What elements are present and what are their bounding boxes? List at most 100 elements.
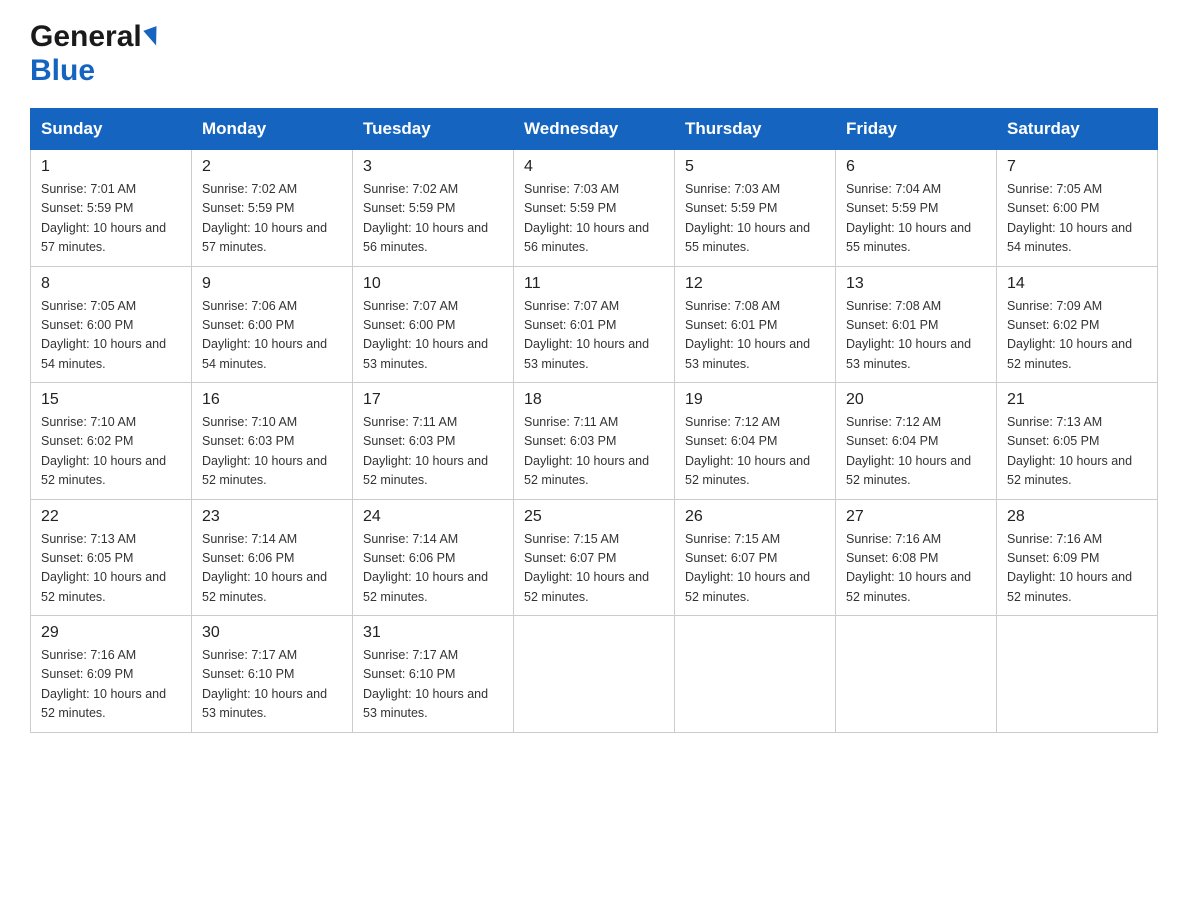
- calendar-cell: 18 Sunrise: 7:11 AM Sunset: 6:03 PM Dayl…: [514, 383, 675, 500]
- calendar-cell: [675, 616, 836, 733]
- calendar-cell: 19 Sunrise: 7:12 AM Sunset: 6:04 PM Dayl…: [675, 383, 836, 500]
- day-info: Sunrise: 7:05 AM Sunset: 6:00 PM Dayligh…: [1007, 180, 1147, 258]
- calendar-cell: [514, 616, 675, 733]
- day-info: Sunrise: 7:07 AM Sunset: 6:00 PM Dayligh…: [363, 297, 503, 375]
- calendar-cell: 26 Sunrise: 7:15 AM Sunset: 6:07 PM Dayl…: [675, 499, 836, 616]
- day-info: Sunrise: 7:06 AM Sunset: 6:00 PM Dayligh…: [202, 297, 342, 375]
- day-info: Sunrise: 7:09 AM Sunset: 6:02 PM Dayligh…: [1007, 297, 1147, 375]
- day-info: Sunrise: 7:14 AM Sunset: 6:06 PM Dayligh…: [202, 530, 342, 608]
- day-info: Sunrise: 7:03 AM Sunset: 5:59 PM Dayligh…: [524, 180, 664, 258]
- calendar-cell: 28 Sunrise: 7:16 AM Sunset: 6:09 PM Dayl…: [997, 499, 1158, 616]
- day-number: 10: [363, 275, 503, 293]
- calendar-cell: 12 Sunrise: 7:08 AM Sunset: 6:01 PM Dayl…: [675, 266, 836, 383]
- day-info: Sunrise: 7:16 AM Sunset: 6:09 PM Dayligh…: [1007, 530, 1147, 608]
- day-info: Sunrise: 7:16 AM Sunset: 6:09 PM Dayligh…: [41, 646, 181, 724]
- calendar-cell: 16 Sunrise: 7:10 AM Sunset: 6:03 PM Dayl…: [192, 383, 353, 500]
- calendar-cell: 27 Sunrise: 7:16 AM Sunset: 6:08 PM Dayl…: [836, 499, 997, 616]
- day-info: Sunrise: 7:13 AM Sunset: 6:05 PM Dayligh…: [41, 530, 181, 608]
- calendar-cell: 17 Sunrise: 7:11 AM Sunset: 6:03 PM Dayl…: [353, 383, 514, 500]
- day-info: Sunrise: 7:16 AM Sunset: 6:08 PM Dayligh…: [846, 530, 986, 608]
- day-number: 4: [524, 158, 664, 176]
- day-info: Sunrise: 7:02 AM Sunset: 5:59 PM Dayligh…: [363, 180, 503, 258]
- day-info: Sunrise: 7:08 AM Sunset: 6:01 PM Dayligh…: [846, 297, 986, 375]
- day-number: 30: [202, 624, 342, 642]
- day-number: 9: [202, 275, 342, 293]
- day-number: 8: [41, 275, 181, 293]
- calendar-week-row: 8 Sunrise: 7:05 AM Sunset: 6:00 PM Dayli…: [31, 266, 1158, 383]
- day-number: 7: [1007, 158, 1147, 176]
- calendar-cell: [997, 616, 1158, 733]
- calendar-cell: 30 Sunrise: 7:17 AM Sunset: 6:10 PM Dayl…: [192, 616, 353, 733]
- day-number: 1: [41, 158, 181, 176]
- day-number: 26: [685, 508, 825, 526]
- day-number: 19: [685, 391, 825, 409]
- calendar-cell: 21 Sunrise: 7:13 AM Sunset: 6:05 PM Dayl…: [997, 383, 1158, 500]
- day-number: 31: [363, 624, 503, 642]
- calendar-header-tuesday: Tuesday: [353, 109, 514, 150]
- day-info: Sunrise: 7:05 AM Sunset: 6:00 PM Dayligh…: [41, 297, 181, 375]
- day-info: Sunrise: 7:11 AM Sunset: 6:03 PM Dayligh…: [524, 413, 664, 491]
- logo-general-text: General: [30, 20, 142, 54]
- day-number: 29: [41, 624, 181, 642]
- day-number: 23: [202, 508, 342, 526]
- calendar-cell: 20 Sunrise: 7:12 AM Sunset: 6:04 PM Dayl…: [836, 383, 997, 500]
- calendar-header-monday: Monday: [192, 109, 353, 150]
- day-number: 13: [846, 275, 986, 293]
- day-info: Sunrise: 7:10 AM Sunset: 6:02 PM Dayligh…: [41, 413, 181, 491]
- calendar-cell: 10 Sunrise: 7:07 AM Sunset: 6:00 PM Dayl…: [353, 266, 514, 383]
- calendar-week-row: 22 Sunrise: 7:13 AM Sunset: 6:05 PM Dayl…: [31, 499, 1158, 616]
- day-number: 22: [41, 508, 181, 526]
- calendar-header-sunday: Sunday: [31, 109, 192, 150]
- day-number: 2: [202, 158, 342, 176]
- day-info: Sunrise: 7:08 AM Sunset: 6:01 PM Dayligh…: [685, 297, 825, 375]
- logo: General Blue: [30, 20, 164, 88]
- day-info: Sunrise: 7:15 AM Sunset: 6:07 PM Dayligh…: [685, 530, 825, 608]
- calendar-week-row: 29 Sunrise: 7:16 AM Sunset: 6:09 PM Dayl…: [31, 616, 1158, 733]
- calendar-cell: 8 Sunrise: 7:05 AM Sunset: 6:00 PM Dayli…: [31, 266, 192, 383]
- calendar-cell: 25 Sunrise: 7:15 AM Sunset: 6:07 PM Dayl…: [514, 499, 675, 616]
- day-number: 17: [363, 391, 503, 409]
- calendar-cell: 2 Sunrise: 7:02 AM Sunset: 5:59 PM Dayli…: [192, 150, 353, 267]
- day-info: Sunrise: 7:03 AM Sunset: 5:59 PM Dayligh…: [685, 180, 825, 258]
- day-number: 15: [41, 391, 181, 409]
- day-number: 14: [1007, 275, 1147, 293]
- calendar-cell: 3 Sunrise: 7:02 AM Sunset: 5:59 PM Dayli…: [353, 150, 514, 267]
- calendar-cell: 5 Sunrise: 7:03 AM Sunset: 5:59 PM Dayli…: [675, 150, 836, 267]
- calendar-header-friday: Friday: [836, 109, 997, 150]
- day-number: 6: [846, 158, 986, 176]
- calendar-cell: 11 Sunrise: 7:07 AM Sunset: 6:01 PM Dayl…: [514, 266, 675, 383]
- day-number: 12: [685, 275, 825, 293]
- calendar-cell: 29 Sunrise: 7:16 AM Sunset: 6:09 PM Dayl…: [31, 616, 192, 733]
- calendar-week-row: 15 Sunrise: 7:10 AM Sunset: 6:02 PM Dayl…: [31, 383, 1158, 500]
- day-info: Sunrise: 7:11 AM Sunset: 6:03 PM Dayligh…: [363, 413, 503, 491]
- day-number: 28: [1007, 508, 1147, 526]
- day-info: Sunrise: 7:13 AM Sunset: 6:05 PM Dayligh…: [1007, 413, 1147, 491]
- day-number: 21: [1007, 391, 1147, 409]
- calendar-cell: 24 Sunrise: 7:14 AM Sunset: 6:06 PM Dayl…: [353, 499, 514, 616]
- day-info: Sunrise: 7:12 AM Sunset: 6:04 PM Dayligh…: [685, 413, 825, 491]
- day-info: Sunrise: 7:01 AM Sunset: 5:59 PM Dayligh…: [41, 180, 181, 258]
- calendar-cell: [836, 616, 997, 733]
- day-info: Sunrise: 7:17 AM Sunset: 6:10 PM Dayligh…: [363, 646, 503, 724]
- day-number: 24: [363, 508, 503, 526]
- day-info: Sunrise: 7:15 AM Sunset: 6:07 PM Dayligh…: [524, 530, 664, 608]
- calendar-cell: 4 Sunrise: 7:03 AM Sunset: 5:59 PM Dayli…: [514, 150, 675, 267]
- day-number: 3: [363, 158, 503, 176]
- day-number: 18: [524, 391, 664, 409]
- calendar-table: SundayMondayTuesdayWednesdayThursdayFrid…: [30, 108, 1158, 733]
- calendar-cell: 23 Sunrise: 7:14 AM Sunset: 6:06 PM Dayl…: [192, 499, 353, 616]
- day-number: 5: [685, 158, 825, 176]
- day-info: Sunrise: 7:02 AM Sunset: 5:59 PM Dayligh…: [202, 180, 342, 258]
- day-info: Sunrise: 7:10 AM Sunset: 6:03 PM Dayligh…: [202, 413, 342, 491]
- logo-arrow-icon: [142, 26, 164, 48]
- calendar-cell: 9 Sunrise: 7:06 AM Sunset: 6:00 PM Dayli…: [192, 266, 353, 383]
- day-info: Sunrise: 7:12 AM Sunset: 6:04 PM Dayligh…: [846, 413, 986, 491]
- day-number: 25: [524, 508, 664, 526]
- day-number: 20: [846, 391, 986, 409]
- calendar-header-saturday: Saturday: [997, 109, 1158, 150]
- calendar-cell: 22 Sunrise: 7:13 AM Sunset: 6:05 PM Dayl…: [31, 499, 192, 616]
- calendar-week-row: 1 Sunrise: 7:01 AM Sunset: 5:59 PM Dayli…: [31, 150, 1158, 267]
- day-number: 16: [202, 391, 342, 409]
- day-number: 11: [524, 275, 664, 293]
- calendar-cell: 6 Sunrise: 7:04 AM Sunset: 5:59 PM Dayli…: [836, 150, 997, 267]
